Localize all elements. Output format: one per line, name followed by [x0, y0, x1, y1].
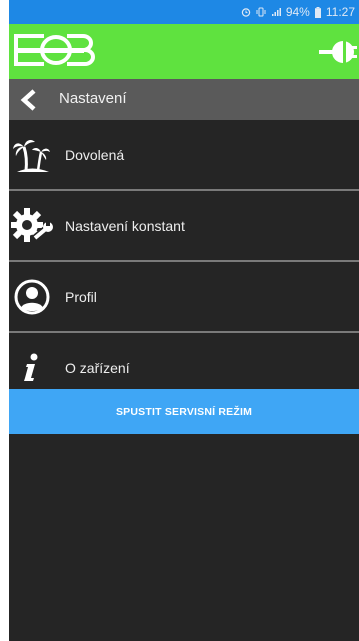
battery-icon — [314, 6, 321, 18]
signal-icon — [271, 8, 281, 16]
menu-item-label: Nastavení konstant — [65, 217, 185, 234]
service-mode-button[interactable]: SPUSTIT SERVISNÍ REŽIM — [9, 389, 359, 434]
menu-item-label: O zařízení — [65, 359, 130, 376]
gear-wrench-icon — [9, 206, 55, 246]
phone-screen: 94% 11:27 Nastavení Dovolená Nastavení k… — [9, 0, 359, 641]
palm-tree-icon — [9, 135, 55, 175]
vibrate-icon — [256, 7, 266, 17]
battery-percent: 94% — [285, 5, 310, 19]
info-icon — [9, 348, 55, 388]
menu-item-label: Profil — [65, 288, 97, 305]
page-header: Nastavení — [9, 79, 359, 120]
plug-icon[interactable] — [319, 38, 357, 66]
chevron-left-icon[interactable] — [19, 89, 41, 111]
alarm-icon — [241, 8, 251, 17]
status-bar: 94% 11:27 — [9, 0, 359, 24]
menu-item-label: Dovolená — [65, 146, 125, 163]
user-circle-icon — [9, 277, 55, 317]
menu-item-dovolena[interactable]: Dovolená — [9, 120, 359, 191]
menu-item-profil[interactable]: Profil — [9, 262, 359, 333]
settings-menu: Dovolená Nastavení konstant Profil O zař… — [9, 120, 359, 404]
menu-item-nastaveni-konstant[interactable]: Nastavení konstant — [9, 191, 359, 262]
app-bar — [9, 24, 359, 79]
page-title: Nastavení — [59, 90, 127, 107]
clock: 11:27 — [325, 5, 355, 19]
eob-logo — [14, 34, 95, 66]
